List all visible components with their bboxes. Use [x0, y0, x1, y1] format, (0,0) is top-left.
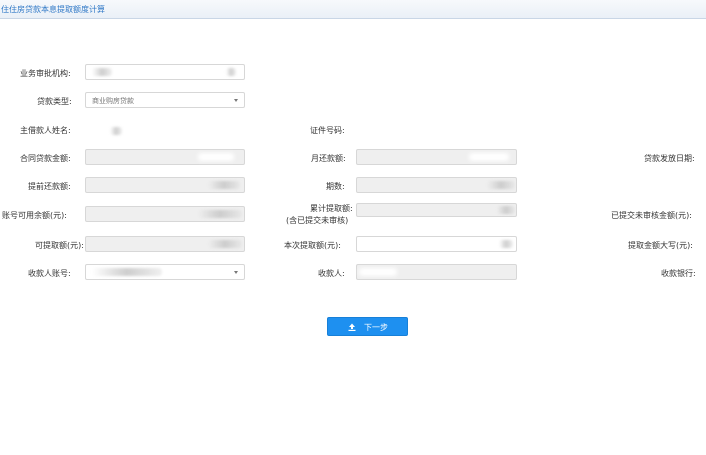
- cumulative-label-note: (含已提交未审核): [286, 216, 349, 225]
- amount-uppercase-label: 提取金额大写(元):: [628, 241, 693, 250]
- upload-icon: [348, 323, 356, 331]
- redacted-value: [198, 153, 234, 161]
- redacted-value: [208, 240, 242, 248]
- account-balance-label: 账号可用余额(元):: [2, 211, 67, 220]
- prepayment-label: 提前还款额:: [28, 182, 71, 191]
- redacted-value: [469, 153, 509, 161]
- payee-bank-label: 收款银行:: [661, 269, 696, 278]
- payee-account-label: 收款人账号:: [28, 269, 71, 278]
- pending-amount-label: 已提交未审核金额(元):: [611, 211, 692, 220]
- borrower-name-label: 主借款人姓名:: [20, 126, 71, 135]
- payee-field[interactable]: [356, 264, 517, 280]
- redacted-value: [226, 68, 236, 76]
- agency-label: 业务审批机构:: [20, 69, 71, 78]
- loan-type-label: 贷款类型:: [37, 97, 72, 106]
- periods-label: 期数:: [326, 182, 345, 191]
- redacted-value: [92, 68, 112, 76]
- current-withdrawal-input[interactable]: [356, 236, 517, 252]
- next-step-button[interactable]: 下一步: [327, 317, 408, 336]
- disbursement-date-label: 贷款发放日期:: [644, 154, 695, 163]
- periods-field[interactable]: [356, 177, 517, 193]
- redacted-value: [499, 240, 513, 248]
- loan-type-select[interactable]: 商业购房贷款: [85, 92, 245, 108]
- prepayment-field[interactable]: [85, 177, 245, 193]
- agency-field[interactable]: [85, 64, 245, 80]
- next-step-label: 下一步: [364, 323, 388, 332]
- chevron-down-icon: [234, 271, 238, 274]
- page-title: 住住房贷款本息提取额度计算: [1, 5, 105, 14]
- chevron-down-icon: [234, 99, 238, 102]
- cumulative-field[interactable]: [356, 203, 517, 217]
- redacted-value: [359, 268, 397, 276]
- payee-account-select[interactable]: [85, 264, 245, 280]
- redacted-value: [92, 268, 162, 276]
- loan-type-value: 商业购房贷款: [92, 97, 134, 105]
- withdrawable-label: 可提取额(元):: [35, 241, 84, 250]
- current-withdrawal-label: 本次提取额(元):: [284, 241, 341, 250]
- id-number-label: 证件号码:: [310, 126, 345, 135]
- redacted-value: [198, 210, 242, 218]
- monthly-payment-field[interactable]: [356, 149, 517, 165]
- redacted-value: [487, 181, 515, 189]
- title-bar: 住住房贷款本息提取额度计算: [0, 0, 706, 19]
- account-balance-field[interactable]: [85, 206, 245, 222]
- withdrawable-field[interactable]: [85, 236, 245, 252]
- redacted-value: [208, 181, 240, 189]
- monthly-payment-label: 月还款额:: [311, 154, 346, 163]
- redacted-value: [497, 206, 515, 214]
- redacted-borrower-name: [110, 127, 122, 135]
- payee-label: 收款人:: [318, 269, 345, 278]
- contract-amount-label: 合同贷款金额:: [20, 154, 71, 163]
- cumulative-label: 累计提取额:: [310, 204, 353, 213]
- contract-amount-field[interactable]: [85, 149, 245, 165]
